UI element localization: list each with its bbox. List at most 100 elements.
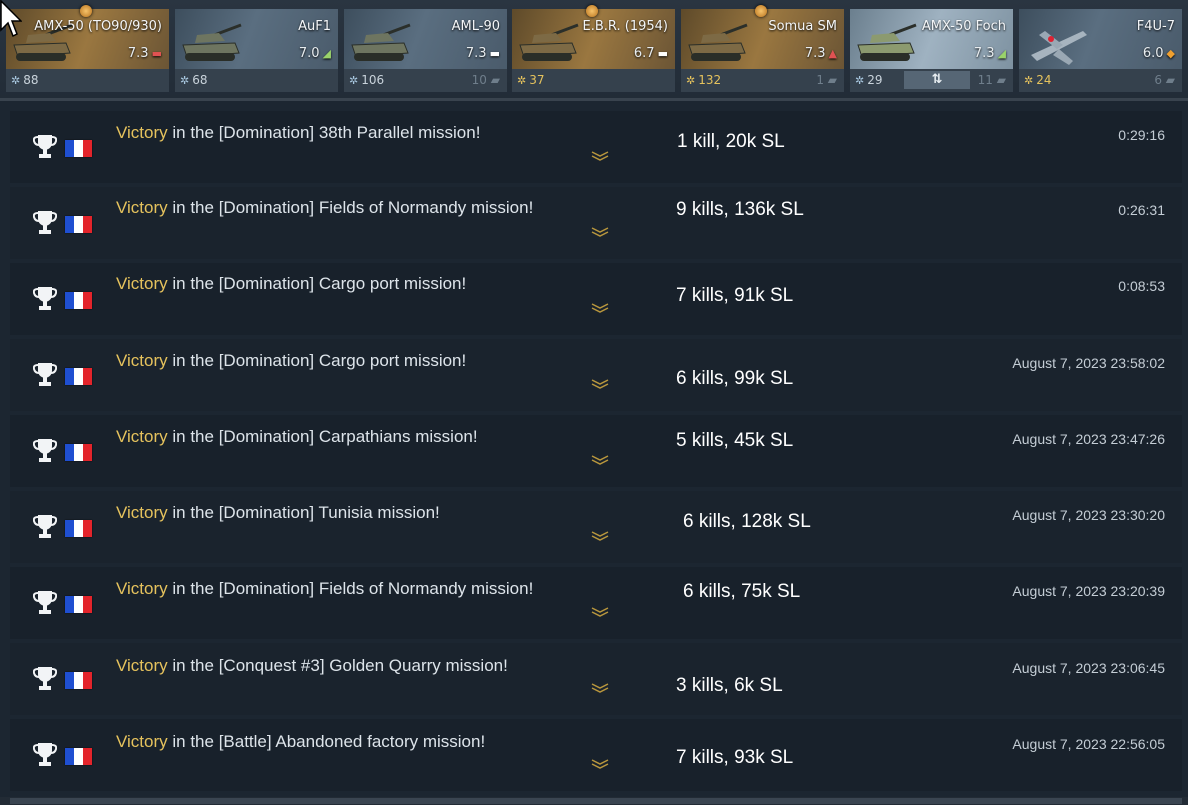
chevron-down-icon[interactable]	[590, 607, 610, 617]
battle-time: August 7, 2023 23:06:45	[1012, 660, 1165, 676]
spare-parts: 10 ▰	[472, 73, 500, 87]
france-flag-icon	[65, 596, 92, 613]
battle-row[interactable]: Victory in the [Domination] Tunisia miss…	[10, 491, 1182, 563]
trophy-icon	[33, 515, 57, 538]
swap-vehicle-button[interactable]: ⇅	[904, 71, 970, 89]
chevron-down-icon[interactable]	[590, 227, 610, 237]
france-flag-icon	[65, 444, 92, 461]
chevron-down-icon[interactable]	[590, 379, 610, 389]
victory-label: Victory	[116, 732, 168, 751]
mission-description: in the [Domination] Cargo port mission!	[167, 274, 467, 293]
repair-status-icon: ▬	[151, 47, 162, 60]
mission-description: in the [Domination] Fields of Normandy m…	[167, 579, 534, 598]
battle-rating: 7.3 ◢	[974, 46, 1006, 61]
chevron-down-icon[interactable]	[590, 151, 610, 161]
spare-parts: 6 ▰	[1154, 73, 1175, 87]
battle-time: 0:08:53	[1118, 278, 1165, 294]
victory-label: Victory	[116, 123, 168, 142]
tank-icon	[351, 23, 411, 61]
crew-level: ✲ 132	[686, 73, 721, 87]
mission-description: in the [Domination] 38th Parallel missio…	[167, 123, 481, 142]
vehicle-card[interactable]: AML-90 7.3 ▬	[344, 9, 507, 69]
crew-level-value: 29	[867, 73, 883, 87]
vehicle-card[interactable]: E.B.R. (1954) 6.7 ▬	[512, 9, 675, 69]
kills-and-silver-lions: 6 kills, 99k SL	[676, 368, 794, 389]
mission-description: in the [Battle] Abandoned factory missio…	[167, 732, 486, 751]
spare-parts-count: 1	[816, 73, 824, 87]
battle-rating: 6.0 ◆	[1143, 46, 1175, 61]
victory-label: Victory	[116, 579, 168, 598]
vehicle-card[interactable]: F4U-7 6.0 ◆	[1019, 9, 1182, 69]
battle-time: August 7, 2023 23:58:02	[1012, 355, 1165, 371]
battle-result-text: Victory in the [Domination] Tunisia miss…	[116, 503, 440, 523]
trophy-icon	[33, 591, 57, 614]
battle-row[interactable]: Victory in the [Domination] Carpathians …	[10, 415, 1182, 487]
reward-bonus-icon	[586, 5, 598, 17]
vehicle-slotbar: AMX-50 (TO90/930) 7.3 ▬ ✲ 88 AuF1 7.0 ◢ ✲ 68 AML-9…	[0, 0, 1188, 101]
battle-row[interactable]: Victory in the [Domination] 38th Paralle…	[10, 111, 1182, 183]
spare-parts-icon: ▰	[486, 73, 500, 87]
tank-icon	[857, 23, 917, 61]
crew-icon: ✲	[11, 74, 21, 87]
chevron-down-icon[interactable]	[590, 531, 610, 541]
battle-row[interactable]: Victory in the [Domination] Cargo port m…	[10, 339, 1182, 411]
france-flag-icon	[65, 292, 92, 309]
crew-icon: ✲	[855, 74, 865, 87]
crew-level: ✲ 88	[11, 73, 39, 87]
horizontal-scrollbar[interactable]	[0, 797, 1188, 805]
vehicle-card[interactable]: AMX-50 (TO90/930) 7.3 ▬	[6, 9, 169, 69]
vehicle-slot[interactable]: E.B.R. (1954) 6.7 ▬ ✲ 37	[512, 9, 675, 92]
battle-row[interactable]: Victory in the [Conquest #3] Golden Quar…	[10, 643, 1182, 715]
spare-parts-count: 11	[977, 73, 993, 87]
battle-result-text: Victory in the [Domination] Cargo port m…	[116, 351, 466, 371]
kills-and-silver-lions: 3 kills, 6k SL	[676, 675, 783, 696]
repair-status-icon: ▬	[657, 47, 668, 60]
spare-parts-icon: ▰	[823, 73, 837, 87]
vehicle-slot[interactable]: F4U-7 6.0 ◆ ✲ 24 6 ▰	[1019, 9, 1182, 92]
crew-icon: ✲	[180, 74, 190, 87]
mission-description: in the [Conquest #3] Golden Quarry missi…	[167, 656, 508, 675]
mission-description: in the [Domination] Cargo port mission!	[167, 351, 467, 370]
kills-and-silver-lions: 5 kills, 45k SL	[676, 430, 794, 451]
crew-icon: ✲	[686, 74, 696, 87]
victory-label: Victory	[116, 198, 168, 217]
vehicle-name: E.B.R. (1954)	[582, 19, 668, 34]
crew-level-value: 132	[698, 73, 722, 87]
spare-parts-icon: ▰	[1161, 73, 1175, 87]
trophy-icon	[33, 363, 57, 386]
mission-description: in the [Domination] Carpathians mission!	[167, 427, 478, 446]
chevron-down-icon[interactable]	[590, 303, 610, 313]
vehicle-slot[interactable]: AML-90 7.3 ▬ ✲ 106 10 ▰	[344, 9, 507, 92]
repair-status-icon: ▲	[828, 47, 837, 60]
vehicle-slot[interactable]: AMX-50 (TO90/930) 7.3 ▬ ✲ 88	[6, 9, 169, 92]
chevron-down-icon[interactable]	[590, 759, 610, 769]
battle-rating: 7.0 ◢	[299, 46, 331, 61]
vehicle-slot[interactable]: AuF1 7.0 ◢ ✲ 68	[175, 9, 338, 92]
battle-row[interactable]: Victory in the [Battle] Abandoned factor…	[10, 719, 1182, 791]
battle-rating-value: 7.3	[973, 46, 995, 61]
battle-time: 0:26:31	[1118, 202, 1165, 218]
vehicle-slot[interactable]: Somua SM 7.3 ▲ ✲ 132 1 ▰	[681, 9, 844, 92]
vehicle-name: AMX-50 (TO90/930)	[34, 19, 162, 34]
battle-time: August 7, 2023 23:20:39	[1012, 583, 1165, 599]
crew-level-value: 37	[529, 73, 545, 87]
vehicle-card[interactable]: AMX-50 Foch 7.3 ◢	[850, 9, 1013, 69]
battle-row[interactable]: Victory in the [Domination] Fields of No…	[10, 187, 1182, 259]
spare-parts-icon: ▰	[992, 73, 1006, 87]
victory-label: Victory	[116, 503, 168, 522]
tank-icon	[182, 23, 242, 61]
chevron-down-icon[interactable]	[590, 683, 610, 693]
france-flag-icon	[65, 672, 92, 689]
battle-row[interactable]: Victory in the [Domination] Fields of No…	[10, 567, 1182, 639]
vehicle-card[interactable]: Somua SM 7.3 ▲	[681, 9, 844, 69]
battle-rating-value: 6.0	[1142, 46, 1164, 61]
chevron-down-icon[interactable]	[590, 455, 610, 465]
vehicle-card[interactable]: AuF1 7.0 ◢	[175, 9, 338, 69]
battle-time: August 7, 2023 23:30:20	[1012, 507, 1165, 523]
kills-and-silver-lions: 6 kills, 75k SL	[683, 581, 801, 602]
vehicle-name: AMX-50 Foch	[921, 19, 1006, 34]
battle-result-text: Victory in the [Domination] Fields of No…	[116, 198, 533, 218]
battle-row[interactable]: Victory in the [Domination] Cargo port m…	[10, 263, 1182, 335]
vehicle-slot[interactable]: AMX-50 Foch 7.3 ◢ ✲ 29 ⇅ 11 ▰	[850, 9, 1013, 92]
scrollbar-thumb[interactable]	[10, 798, 1182, 804]
